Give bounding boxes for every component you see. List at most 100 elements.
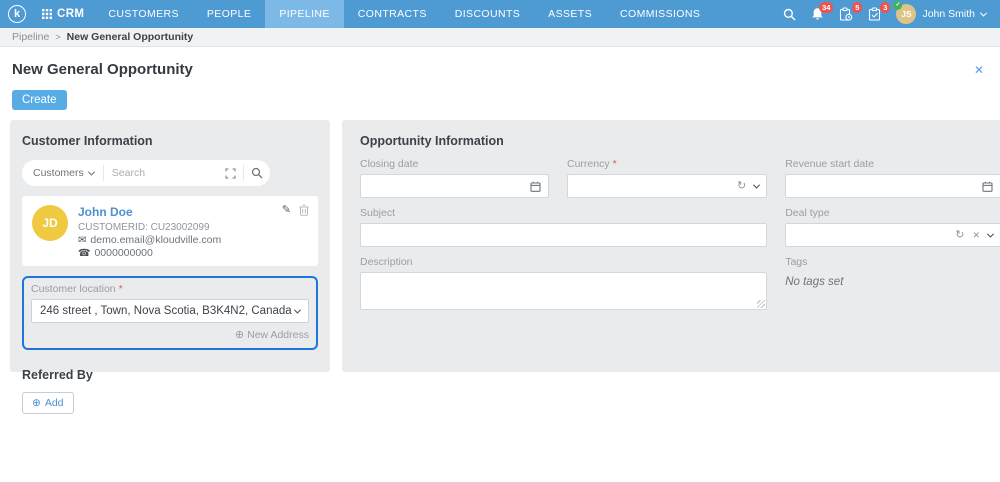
breadcrumb-parent[interactable]: Pipeline xyxy=(12,31,49,43)
customer-card: JD John Doe CUSTOMERID: CU23002099 ✉ dem… xyxy=(22,196,318,266)
new-address-label: New Address xyxy=(247,329,309,341)
resize-handle[interactable] xyxy=(757,300,766,308)
top-nav: k CRM CUSTOMERS PEOPLE PIPELINE CONTRACT… xyxy=(0,0,1000,28)
currency-label: Currency * xyxy=(567,158,767,170)
calendar-icon[interactable] xyxy=(982,181,993,192)
opportunity-information-panel: Opportunity Information Closing date Cur… xyxy=(342,120,1000,372)
nav-item-customers[interactable]: CUSTOMERS xyxy=(94,0,193,28)
breadcrumb-separator: > xyxy=(55,32,61,42)
customer-search-bar: Customers xyxy=(22,160,270,186)
revenue-start-date-input[interactable] xyxy=(793,180,974,192)
advanced-search-icon[interactable] xyxy=(218,165,243,181)
customer-email-row: ✉ demo.email@kloudville.com xyxy=(78,234,221,246)
customer-phone: 0000000000 xyxy=(94,247,153,259)
envelope-icon: ✉ xyxy=(78,234,87,246)
create-button[interactable]: Create xyxy=(12,90,67,110)
customer-initials: JD xyxy=(42,216,58,230)
clear-icon[interactable]: ✕ xyxy=(972,230,980,240)
search-entity-dropdown[interactable]: Customers xyxy=(22,165,104,181)
user-initials: JS xyxy=(901,9,912,19)
required-marker: * xyxy=(612,158,617,170)
close-icon[interactable]: ✕ xyxy=(974,63,984,77)
user-menu[interactable]: JS ✓ John Smith xyxy=(893,1,988,24)
customer-email: demo.email@kloudville.com xyxy=(90,234,222,246)
subject-label: Subject xyxy=(360,207,396,219)
tasks-button[interactable]: 5 xyxy=(839,2,863,21)
notifications-badge: 34 xyxy=(819,2,834,13)
required-marker: * xyxy=(118,283,123,295)
tags-field: Tags ⊕ Add No tags set xyxy=(785,256,1000,310)
customer-details: John Doe CUSTOMERID: CU23002099 ✉ demo.e… xyxy=(78,203,221,259)
logo-letter: k xyxy=(13,8,21,20)
refresh-icon[interactable]: ↻ xyxy=(955,229,964,241)
search-icon xyxy=(783,8,796,21)
nav-item-commissions[interactable]: COMMISSIONS xyxy=(606,0,714,28)
customer-location-value: 246 street , Town, Nova Scotia, B3K4N2, … xyxy=(40,305,292,317)
nav-right: 34 5 3 JS ✓ John Smith xyxy=(783,1,988,24)
app-switcher[interactable]: CRM xyxy=(42,8,84,20)
revenue-start-date-field: Revenue start date xyxy=(785,158,1000,198)
customer-card-actions: ✎ xyxy=(282,203,309,216)
customer-phone-row: ☎ 0000000000 xyxy=(78,247,221,259)
tags-label: Tags xyxy=(785,256,808,268)
nav-item-assets[interactable]: ASSETS xyxy=(534,0,606,28)
approvals-button[interactable]: 3 xyxy=(868,2,891,21)
nav-item-people[interactable]: PEOPLE xyxy=(193,0,265,28)
currency-input[interactable] xyxy=(575,180,729,192)
calendar-icon[interactable] xyxy=(530,181,541,192)
apps-grid-icon xyxy=(42,9,52,19)
subject-input[interactable] xyxy=(368,229,760,241)
kloudville-logo-icon[interactable]: k xyxy=(8,5,26,23)
search-submit-icon[interactable] xyxy=(243,165,270,181)
app-root: k CRM CUSTOMERS PEOPLE PIPELINE CONTRACT… xyxy=(0,0,1000,414)
opportunity-form-grid: Closing date Currency * ↻ Revenue start … xyxy=(360,158,1000,310)
breadcrumb-current: New General Opportunity xyxy=(66,31,194,43)
nav-item-contracts[interactable]: CONTRACTS xyxy=(344,0,441,28)
new-address-link[interactable]: ⊕ New Address xyxy=(31,328,309,341)
page-header: New General Opportunity ✕ xyxy=(0,47,1000,78)
app-label: CRM xyxy=(57,8,85,20)
chevron-down-icon xyxy=(87,168,95,176)
remove-customer-icon[interactable] xyxy=(299,204,309,216)
deal-type-label: Deal type xyxy=(785,207,830,219)
deal-type-field: Deal type ↻ ✕ xyxy=(785,207,1000,247)
customer-information-panel: Customer Information Customers Search JD… xyxy=(10,120,330,414)
notifications-button[interactable]: 34 xyxy=(811,2,834,21)
global-search-button[interactable] xyxy=(783,8,796,21)
chevron-down-icon xyxy=(293,306,302,314)
subject-field: Subject xyxy=(360,207,768,247)
customer-id: CUSTOMERID: CU23002099 xyxy=(78,222,221,233)
opportunity-information-title: Opportunity Information xyxy=(360,134,504,148)
customer-search-input[interactable] xyxy=(103,167,218,179)
customer-location-select[interactable]: 246 street , Town, Nova Scotia, B3K4N2, … xyxy=(31,299,309,323)
plus-circle-icon: ⊕ xyxy=(32,397,41,409)
nav-item-discounts[interactable]: DISCOUNTS xyxy=(441,0,534,28)
customer-id-label: CUSTOMERID: xyxy=(78,222,148,233)
customer-location-label: Customer location * xyxy=(31,283,309,295)
currency-field: Currency * ↻ xyxy=(567,158,768,198)
customer-avatar: JD xyxy=(32,205,68,241)
user-name: John Smith xyxy=(922,8,975,20)
tags-empty-text: No tags set xyxy=(785,276,844,288)
customer-location-highlight: Customer location * 246 street , Town, No… xyxy=(22,276,318,350)
form-panels: Customer Information Customers Search JD… xyxy=(10,120,1000,414)
chevron-down-icon[interactable] xyxy=(753,181,761,189)
description-textarea[interactable] xyxy=(360,272,768,310)
description-label: Description xyxy=(360,256,413,268)
referred-by-add-button[interactable]: ⊕ Add xyxy=(22,392,74,414)
nav-item-pipeline[interactable]: PIPELINE xyxy=(265,0,344,28)
deal-type-input[interactable] xyxy=(793,229,948,241)
refresh-icon[interactable]: ↻ xyxy=(737,180,746,192)
breadcrumb: Pipeline > New General Opportunity xyxy=(0,28,1000,47)
closing-date-input[interactable] xyxy=(368,180,522,192)
plus-circle-icon: ⊕ xyxy=(234,329,245,341)
customer-name-link[interactable]: John Doe xyxy=(78,205,133,219)
chevron-down-icon xyxy=(979,9,988,17)
referred-by-title: Referred By xyxy=(22,368,93,382)
approvals-badge: 3 xyxy=(880,2,891,13)
customer-information-title: Customer Information xyxy=(22,134,153,148)
closing-date-label: Closing date xyxy=(360,158,419,170)
chevron-down-icon[interactable] xyxy=(986,230,995,238)
revenue-start-date-label: Revenue start date xyxy=(785,158,874,170)
edit-customer-icon[interactable]: ✎ xyxy=(282,203,291,216)
